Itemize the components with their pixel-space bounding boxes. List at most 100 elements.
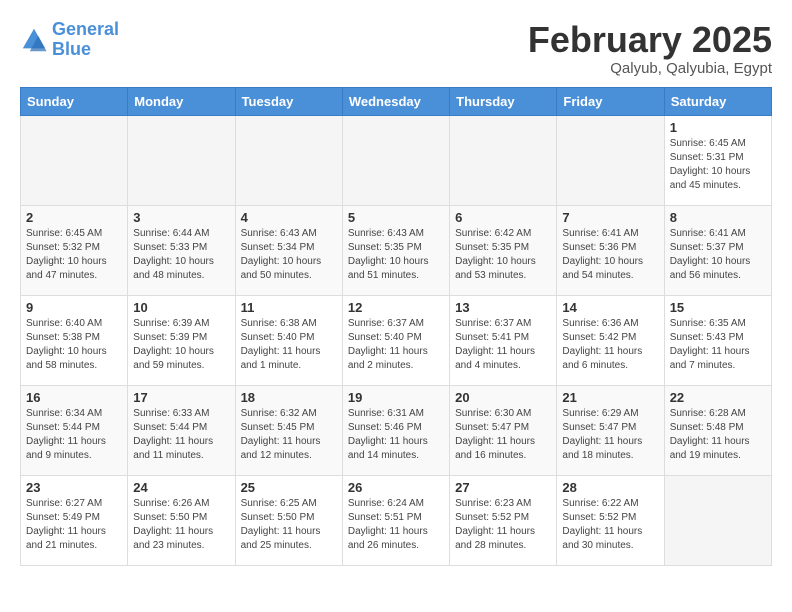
day-number: 8 xyxy=(670,210,766,225)
col-header-sunday: Sunday xyxy=(21,87,128,115)
day-number: 13 xyxy=(455,300,551,315)
day-info: Sunrise: 6:24 AM Sunset: 5:51 PM Dayligh… xyxy=(348,497,444,553)
day-info: Sunrise: 6:36 AM Sunset: 5:42 PM Dayligh… xyxy=(562,317,658,373)
month-title: February 2025 xyxy=(528,20,772,60)
day-info: Sunrise: 6:37 AM Sunset: 5:40 PM Dayligh… xyxy=(348,317,444,373)
calendar-week-1: 1Sunrise: 6:45 AM Sunset: 5:31 PM Daylig… xyxy=(21,115,772,205)
day-number: 2 xyxy=(26,210,122,225)
day-number: 23 xyxy=(26,480,122,495)
day-number: 4 xyxy=(241,210,337,225)
calendar-week-3: 9 Sunrise: 6:40 AM Sunset: 5:38 PM Daylig… xyxy=(21,295,772,385)
calendar-cell: 8Sunrise: 6:41 AM Sunset: 5:37 PM Daylig… xyxy=(664,205,771,295)
calendar-cell xyxy=(664,475,771,565)
day-number: 24 xyxy=(133,480,229,495)
day-info: Sunrise: 6:40 AM Sunset: 5:38 PM Dayligh… xyxy=(26,317,122,373)
calendar-header-row: SundayMondayTuesdayWednesdayThursdayFrid… xyxy=(21,87,772,115)
day-number: 19 xyxy=(348,390,444,405)
calendar-cell: 22 Sunrise: 6:28 AM Sunset: 5:48 PM Dayli… xyxy=(664,385,771,475)
calendar-cell: 28 Sunrise: 6:22 AM Sunset: 5:52 PM Dayli… xyxy=(557,475,664,565)
day-number: 9 xyxy=(26,300,122,315)
calendar-cell: 21 Sunrise: 6:29 AM Sunset: 5:47 PM Dayli… xyxy=(557,385,664,475)
day-info: Sunrise: 6:22 AM Sunset: 5:52 PM Dayligh… xyxy=(562,497,658,553)
calendar-cell: 1Sunrise: 6:45 AM Sunset: 5:31 PM Daylig… xyxy=(664,115,771,205)
calendar-cell: 18Sunrise: 6:32 AM Sunset: 5:45 PM Dayli… xyxy=(235,385,342,475)
calendar-cell: 23 Sunrise: 6:27 AM Sunset: 5:49 PM Dayli… xyxy=(21,475,128,565)
day-number: 3 xyxy=(133,210,229,225)
day-info: Sunrise: 6:28 AM Sunset: 5:48 PM Dayligh… xyxy=(670,407,766,463)
calendar-cell: 27 Sunrise: 6:23 AM Sunset: 5:52 PM Dayli… xyxy=(450,475,557,565)
day-info: Sunrise: 6:45 AM Sunset: 5:32 PM Dayligh… xyxy=(26,227,122,283)
logo-text: General Blue xyxy=(52,20,119,60)
calendar-cell xyxy=(342,115,449,205)
logo-icon xyxy=(20,26,48,54)
calendar-cell: 3 Sunrise: 6:44 AM Sunset: 5:33 PM Daylig… xyxy=(128,205,235,295)
day-info: Sunrise: 6:26 AM Sunset: 5:50 PM Dayligh… xyxy=(133,497,229,553)
day-info: Sunrise: 6:29 AM Sunset: 5:47 PM Dayligh… xyxy=(562,407,658,463)
calendar-week-5: 23 Sunrise: 6:27 AM Sunset: 5:49 PM Dayli… xyxy=(21,475,772,565)
day-info: Sunrise: 6:44 AM Sunset: 5:33 PM Dayligh… xyxy=(133,227,229,283)
calendar-cell: 16 Sunrise: 6:34 AM Sunset: 5:44 PM Dayli… xyxy=(21,385,128,475)
calendar-cell xyxy=(450,115,557,205)
day-info: Sunrise: 6:41 AM Sunset: 5:36 PM Dayligh… xyxy=(562,227,658,283)
calendar-cell xyxy=(21,115,128,205)
day-number: 11 xyxy=(241,300,337,315)
calendar-week-2: 2 Sunrise: 6:45 AM Sunset: 5:32 PM Daylig… xyxy=(21,205,772,295)
calendar-cell: 6 Sunrise: 6:42 AM Sunset: 5:35 PM Daylig… xyxy=(450,205,557,295)
day-info: Sunrise: 6:34 AM Sunset: 5:44 PM Dayligh… xyxy=(26,407,122,463)
day-info: Sunrise: 6:30 AM Sunset: 5:47 PM Dayligh… xyxy=(455,407,551,463)
day-info: Sunrise: 6:35 AM Sunset: 5:43 PM Dayligh… xyxy=(670,317,766,373)
day-info: Sunrise: 6:27 AM Sunset: 5:49 PM Dayligh… xyxy=(26,497,122,553)
day-number: 28 xyxy=(562,480,658,495)
day-info: Sunrise: 6:42 AM Sunset: 5:35 PM Dayligh… xyxy=(455,227,551,283)
calendar-cell: 25Sunrise: 6:25 AM Sunset: 5:50 PM Dayli… xyxy=(235,475,342,565)
calendar-cell: 26Sunrise: 6:24 AM Sunset: 5:51 PM Dayli… xyxy=(342,475,449,565)
calendar-cell: 5Sunrise: 6:43 AM Sunset: 5:35 PM Daylig… xyxy=(342,205,449,295)
calendar-cell xyxy=(557,115,664,205)
calendar-cell: 7 Sunrise: 6:41 AM Sunset: 5:36 PM Daylig… xyxy=(557,205,664,295)
calendar-cell xyxy=(235,115,342,205)
day-number: 12 xyxy=(348,300,444,315)
col-header-wednesday: Wednesday xyxy=(342,87,449,115)
day-number: 20 xyxy=(455,390,551,405)
day-number: 25 xyxy=(241,480,337,495)
col-header-monday: Monday xyxy=(128,87,235,115)
location: Qalyub, Qalyubia, Egypt xyxy=(528,60,772,77)
logo-line1: General xyxy=(52,19,119,39)
calendar-cell: 11 Sunrise: 6:38 AM Sunset: 5:40 PM Dayli… xyxy=(235,295,342,385)
calendar-cell: 24 Sunrise: 6:26 AM Sunset: 5:50 PM Dayli… xyxy=(128,475,235,565)
day-number: 10 xyxy=(133,300,229,315)
calendar-cell: 17 Sunrise: 6:33 AM Sunset: 5:44 PM Dayli… xyxy=(128,385,235,475)
day-info: Sunrise: 6:38 AM Sunset: 5:40 PM Dayligh… xyxy=(241,317,337,373)
title-block: February 2025 Qalyub, Qalyubia, Egypt xyxy=(528,20,772,77)
day-number: 1 xyxy=(670,120,766,135)
calendar-cell: 2 Sunrise: 6:45 AM Sunset: 5:32 PM Daylig… xyxy=(21,205,128,295)
day-number: 27 xyxy=(455,480,551,495)
calendar-cell: 19 Sunrise: 6:31 AM Sunset: 5:46 PM Dayli… xyxy=(342,385,449,475)
calendar-cell xyxy=(128,115,235,205)
day-number: 7 xyxy=(562,210,658,225)
day-number: 5 xyxy=(348,210,444,225)
day-number: 17 xyxy=(133,390,229,405)
day-info: Sunrise: 6:43 AM Sunset: 5:34 PM Dayligh… xyxy=(241,227,337,283)
day-number: 15 xyxy=(670,300,766,315)
calendar-cell: 14Sunrise: 6:36 AM Sunset: 5:42 PM Dayli… xyxy=(557,295,664,385)
day-number: 21 xyxy=(562,390,658,405)
col-header-saturday: Saturday xyxy=(664,87,771,115)
day-number: 16 xyxy=(26,390,122,405)
col-header-thursday: Thursday xyxy=(450,87,557,115)
calendar-week-4: 16 Sunrise: 6:34 AM Sunset: 5:44 PM Dayli… xyxy=(21,385,772,475)
calendar-cell: 4 Sunrise: 6:43 AM Sunset: 5:34 PM Daylig… xyxy=(235,205,342,295)
calendar-cell: 15 Sunrise: 6:35 AM Sunset: 5:43 PM Dayli… xyxy=(664,295,771,385)
logo-line2: Blue xyxy=(52,39,91,59)
page-header: General Blue February 2025 Qalyub, Qalyu… xyxy=(20,20,772,77)
col-header-friday: Friday xyxy=(557,87,664,115)
day-number: 18 xyxy=(241,390,337,405)
logo: General Blue xyxy=(20,20,119,60)
day-number: 22 xyxy=(670,390,766,405)
calendar-table: SundayMondayTuesdayWednesdayThursdayFrid… xyxy=(20,87,772,566)
day-info: Sunrise: 6:31 AM Sunset: 5:46 PM Dayligh… xyxy=(348,407,444,463)
day-number: 6 xyxy=(455,210,551,225)
day-info: Sunrise: 6:39 AM Sunset: 5:39 PM Dayligh… xyxy=(133,317,229,373)
day-info: Sunrise: 6:23 AM Sunset: 5:52 PM Dayligh… xyxy=(455,497,551,553)
day-info: Sunrise: 6:33 AM Sunset: 5:44 PM Dayligh… xyxy=(133,407,229,463)
